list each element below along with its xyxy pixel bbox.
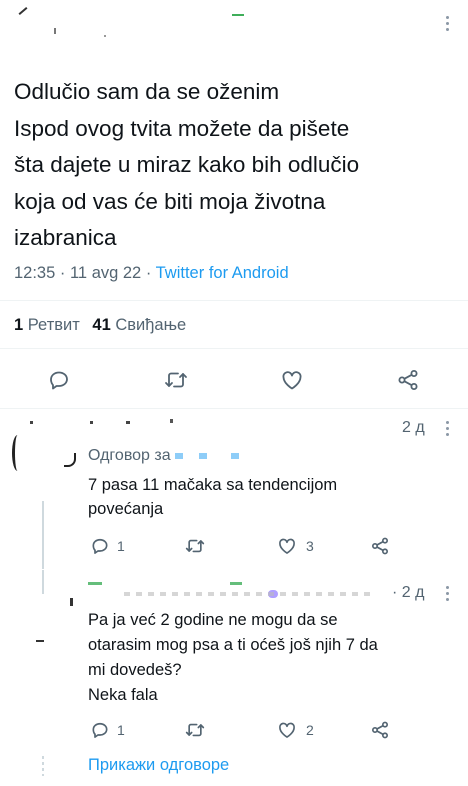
tweet-meta: 12:35 · 11 avg 22 · Twitter for Android <box>14 264 289 283</box>
share-button[interactable] <box>396 368 420 392</box>
tweet-text-line: Ispod ovog tvita možete da pišete <box>14 115 350 141</box>
retweets-stat[interactable]: 1 Ретвит <box>14 316 84 334</box>
divider <box>0 300 468 301</box>
reply-text: Pa ja već 2 godine ne mogu da se otarasi… <box>88 608 438 708</box>
reply-like-button[interactable]: 3 <box>277 536 314 556</box>
show-replies-link[interactable]: Прикажи одговоре <box>88 756 229 775</box>
reply-like-button[interactable]: 2 <box>277 720 314 740</box>
tweet-more-icon[interactable] <box>446 16 450 34</box>
like-count: 3 <box>306 538 314 554</box>
reply-share-button[interactable] <box>370 720 390 740</box>
name-redacted <box>30 419 180 425</box>
like-icon <box>279 538 295 554</box>
share-icon <box>372 537 388 555</box>
reply-tweet[interactable]: 2 д Одговор за 7 pasa 11 mačaka sa tende… <box>0 409 468 569</box>
name-redacted <box>88 578 378 598</box>
reply-count: 1 <box>117 722 125 738</box>
reply-reply-button[interactable]: 1 <box>90 536 125 556</box>
reply-icon <box>92 538 108 554</box>
reply-text-line: mi dovedeš? <box>88 661 182 679</box>
like-button[interactable] <box>280 368 304 392</box>
tweet-date[interactable]: 11 avg 22 <box>70 264 141 282</box>
tweet-time[interactable]: 12:35 <box>14 264 55 282</box>
reply-age[interactable]: · 2 д <box>392 584 424 602</box>
retweets-count: 1 <box>14 316 24 334</box>
tweet-stats: 1 Ретвит 41 Свиђање <box>14 316 186 335</box>
tweet-source[interactable]: Twitter for Android <box>156 264 289 282</box>
thread-line <box>42 501 44 569</box>
likes-stat[interactable]: 41 Свиђање <box>92 316 186 334</box>
reply-reply-button[interactable]: 1 <box>90 720 125 740</box>
likes-label: Свиђање <box>115 316 187 334</box>
like-icon <box>282 371 302 390</box>
reply-share-button[interactable] <box>370 536 390 556</box>
thread-line <box>42 570 44 594</box>
reply-more-icon[interactable] <box>446 586 450 604</box>
replying-to-label: Одговор за <box>88 447 171 464</box>
divider <box>0 348 468 349</box>
retweet-icon <box>185 723 205 737</box>
share-icon <box>398 370 418 390</box>
reply-icon <box>50 371 68 390</box>
tweet-text: Odlučio sam da se oženim Ispod ovog tvit… <box>14 74 454 257</box>
thread-dots <box>42 756 44 776</box>
reply-text-line: Pa ja već 2 godine ne mogu da se <box>88 611 338 629</box>
tweet-text-line: koja od vas će biti moja životna <box>14 188 326 214</box>
avatar-redacted[interactable] <box>64 598 76 614</box>
author-redacted-area <box>0 0 440 60</box>
retweets-label: Ретвит <box>27 316 80 334</box>
reply-icon <box>92 722 108 738</box>
tweet-text-line: izabranica <box>14 225 117 250</box>
tweet-text-line: šta dajete u miraz kako bih odlučio <box>14 152 360 177</box>
tweet-text-line: Odlučio sam da se oženim <box>14 79 280 104</box>
nested-reply-tweet[interactable]: · 2 д Pa ja već 2 godine ne mogu da se o… <box>0 570 468 750</box>
reply-text: 7 pasa 11 mačaka sa tendencijom povećanj… <box>88 476 338 518</box>
reply-retweet-button[interactable] <box>184 536 206 556</box>
reply-age[interactable]: 2 д <box>402 419 425 437</box>
reply-more-icon[interactable] <box>446 421 450 439</box>
retweet-icon <box>185 539 205 553</box>
reply-button[interactable] <box>47 368 71 392</box>
likes-count: 41 <box>92 316 111 334</box>
like-count: 2 <box>306 722 314 738</box>
reply-text-line: Neka fala <box>88 686 158 704</box>
like-icon <box>279 722 295 738</box>
share-icon <box>372 721 388 739</box>
reply-retweet-button[interactable] <box>184 720 206 740</box>
meta-dot: · <box>145 264 152 282</box>
reply-count: 1 <box>117 538 125 554</box>
meta-dot: · <box>59 264 66 282</box>
retweet-icon <box>165 372 187 388</box>
retweet-button[interactable] <box>163 368 189 392</box>
reply-text-line: otarasim mog psa a ti oćeš još njih 7 da <box>88 636 378 654</box>
avatar-redacted[interactable] <box>12 435 23 471</box>
replying-to-handle-redacted[interactable] <box>175 452 256 459</box>
